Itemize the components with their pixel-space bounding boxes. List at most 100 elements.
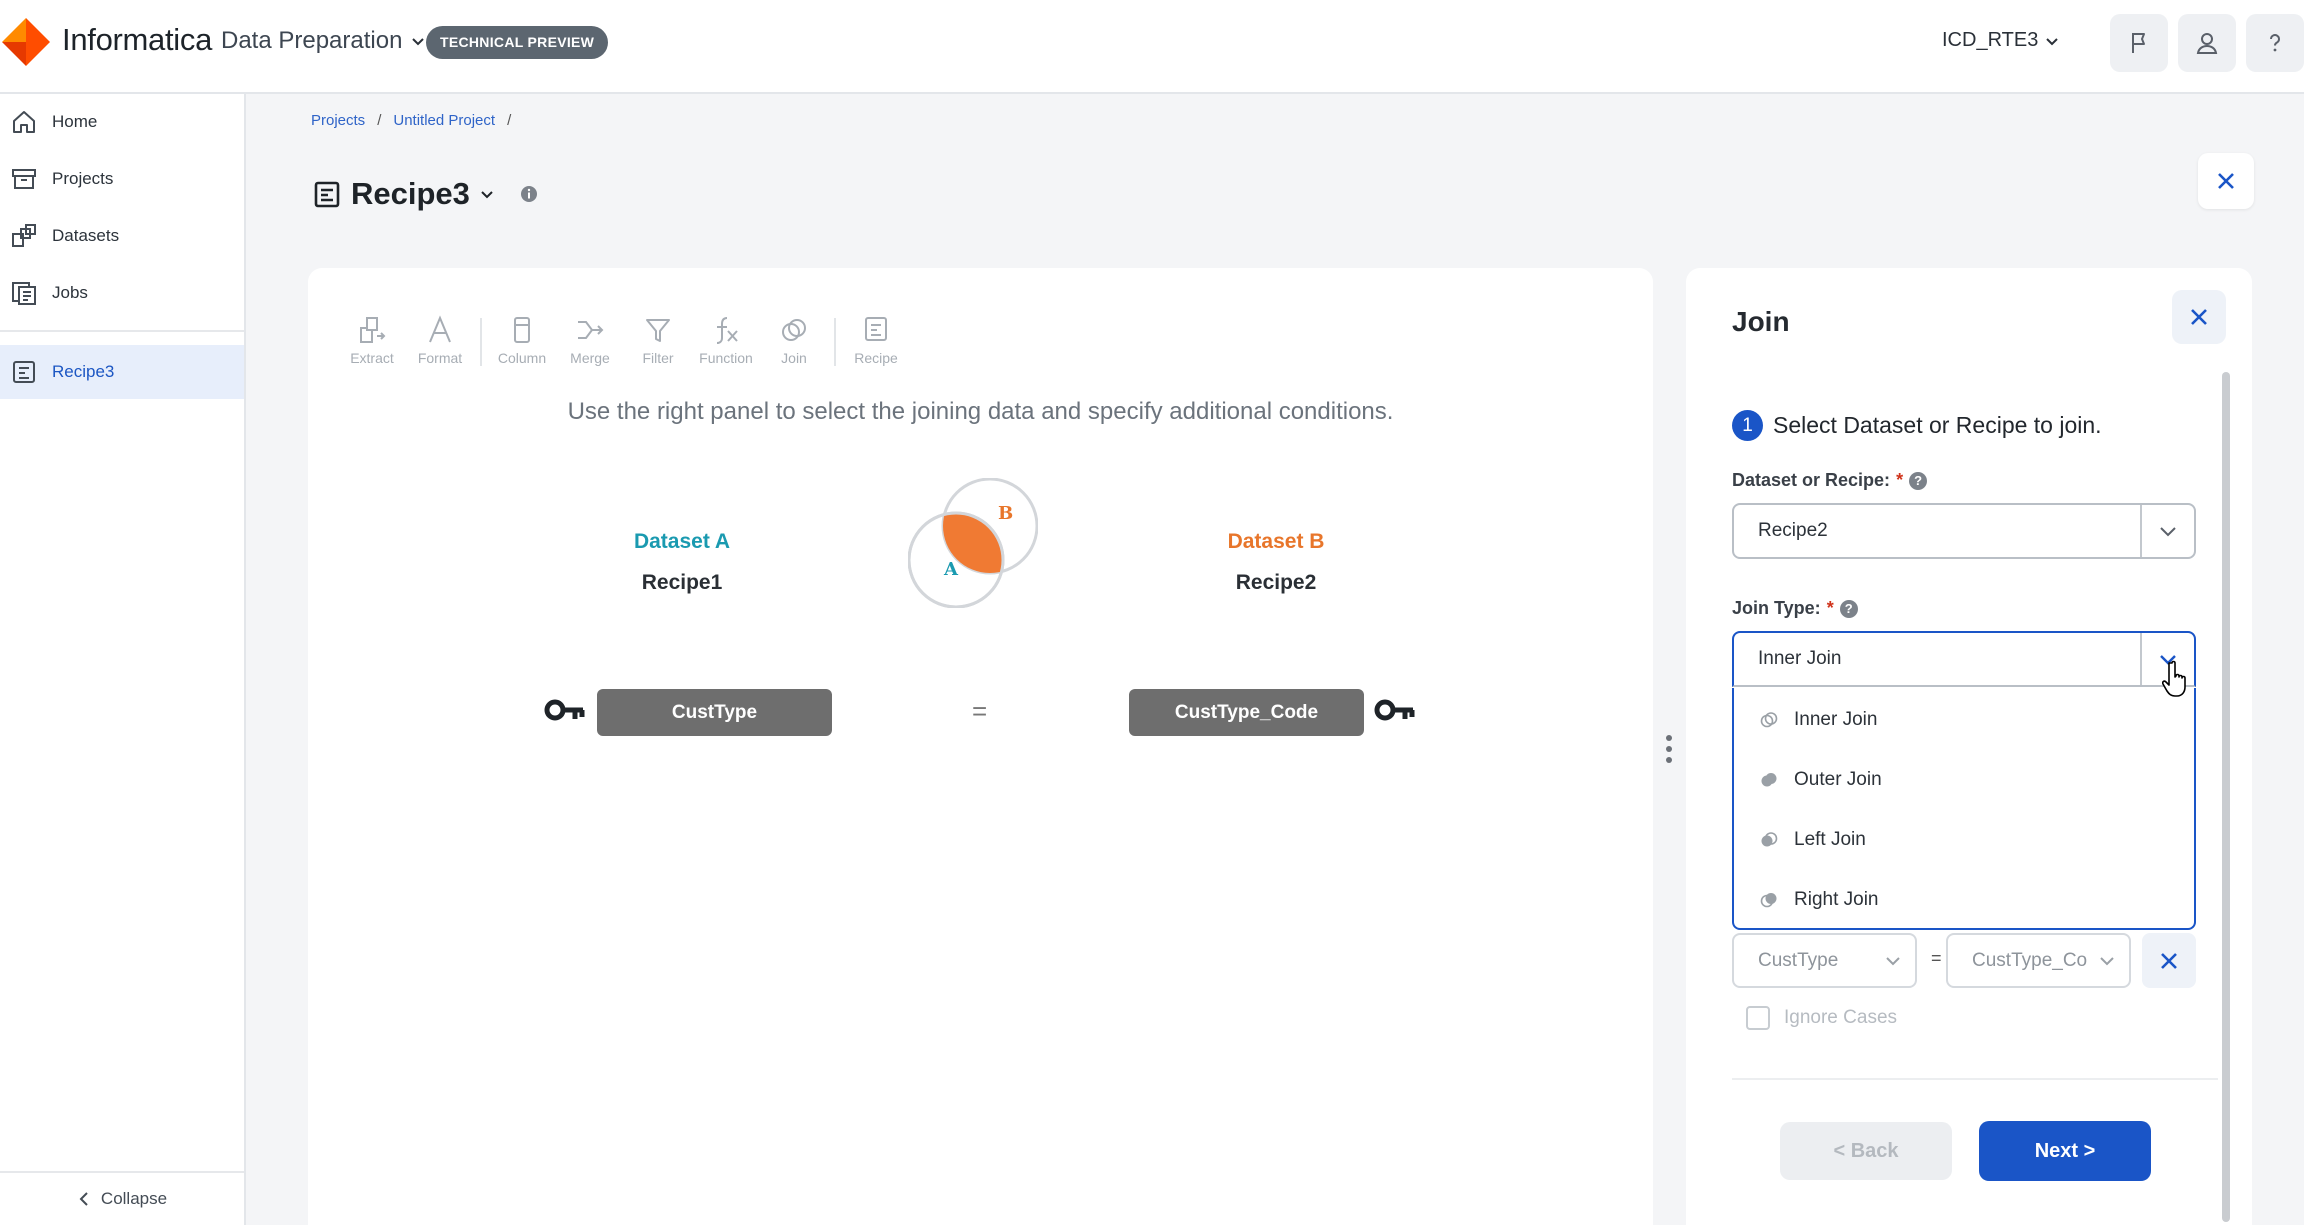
tool-join[interactable]: Join (760, 314, 828, 366)
join-equals-sign: = (972, 696, 988, 726)
help-icon[interactable]: ? (1909, 471, 1928, 490)
sidebar-item-label: Datasets (52, 226, 120, 245)
org-name: ICD_RTE3 (1942, 29, 2039, 51)
tool-column[interactable]: Column (488, 314, 556, 366)
tool-label: Filter (642, 350, 674, 366)
step-text: Select Dataset or Recipe to join. (1773, 412, 2102, 438)
venn-label-a: A (943, 559, 959, 580)
condition-left-select[interactable]: CustType (1732, 933, 1917, 988)
help-icon[interactable]: ? (1839, 599, 1858, 618)
join-panel: Join 1 Select Dataset or Recipe to join.… (1686, 268, 2252, 1225)
option-label: Right Join (1794, 889, 1879, 910)
sidebar-item-label: Projects (52, 169, 114, 188)
close-join-panel-button[interactable] (2172, 290, 2226, 344)
dataset-or-recipe-label: Dataset or Recipe: * ? (1732, 470, 1928, 491)
join-option-outer[interactable]: Outer Join (1734, 750, 2194, 810)
option-label: Inner Join (1794, 709, 1878, 730)
tool-label: Format (417, 350, 463, 366)
user-profile-button[interactable] (2178, 14, 2236, 72)
join-option-inner[interactable]: Inner Join (1734, 690, 2194, 750)
product-switcher[interactable]: Data Preparation (221, 27, 426, 55)
top-bar: Informatica Data Preparation TECHNICAL P… (0, 0, 2304, 94)
recipe-canvas: Extract Format Column Merge Filter Funct… (308, 268, 1653, 1225)
page-title-row: Recipe3 (313, 176, 538, 212)
archive-icon (12, 169, 36, 189)
tool-merge[interactable]: Merge (556, 314, 624, 366)
sidebar-item-jobs[interactable]: Jobs (0, 266, 244, 320)
close-icon (2218, 173, 2234, 189)
option-label: Left Join (1794, 829, 1866, 850)
sidebar-item-label: Home (52, 112, 98, 131)
chevron-down-icon (412, 38, 425, 46)
breadcrumb-separator: / (507, 112, 512, 129)
join-type-select[interactable]: Inner Join (1732, 631, 2196, 687)
home-icon (13, 111, 35, 133)
recipe-icon (13, 361, 35, 383)
condition-right-select[interactable]: CustType_Co (1946, 933, 2131, 988)
breadcrumb-projects[interactable]: Projects (311, 112, 365, 129)
tool-format[interactable]: Format (406, 314, 474, 366)
column-icon (514, 317, 530, 343)
help-button[interactable] (2246, 14, 2304, 72)
condition-left-value: CustType (1758, 949, 1839, 971)
inner-join-venn-diagram: A B (908, 478, 1038, 608)
product-name: Data Preparation (221, 27, 403, 54)
ignore-cases-checkbox[interactable]: Ignore Cases (1746, 1006, 1897, 1030)
technical-preview-badge: TECHNICAL PREVIEW (426, 26, 609, 59)
sidebar-item-datasets[interactable]: Datasets (0, 209, 244, 263)
dataset-or-recipe-select[interactable]: Recipe2 (1732, 503, 2196, 559)
panel-scrollbar[interactable] (2222, 372, 2230, 1222)
join-type-dropdown-menu: Inner Join Outer Join Left Join Right Jo… (1732, 688, 2196, 930)
sidebar-item-home[interactable]: Home (0, 95, 244, 149)
dataset-a-name: Recipe1 (641, 571, 723, 594)
tool-recipe[interactable]: Recipe (842, 314, 910, 366)
join-key-b: CustType_Code (1129, 689, 1364, 736)
panel-resize-handle[interactable] (1666, 735, 1672, 763)
select-divider (2140, 505, 2142, 557)
dataset-b-name: Recipe2 (1235, 571, 1317, 594)
ignore-cases-label: Ignore Cases (1784, 1007, 1898, 1028)
condition-right-value: CustType_Co (1972, 949, 2088, 971)
required-asterisk: * (1896, 470, 1904, 490)
remove-condition-button[interactable] (2142, 933, 2196, 988)
chevron-down-icon (2100, 957, 2114, 966)
sidebar-item-recipe3[interactable]: Recipe3 (0, 345, 244, 399)
join-option-left[interactable]: Left Join (1734, 810, 2194, 870)
chevron-left-icon (79, 1192, 88, 1206)
flag-button[interactable] (2110, 14, 2168, 72)
chevron-down-icon[interactable] (480, 187, 494, 201)
step-number-badge: 1 (1732, 410, 1763, 441)
chevron-down-icon (2160, 527, 2176, 537)
select-divider (2140, 633, 2142, 685)
back-button[interactable]: < Back (1780, 1122, 1952, 1180)
left-join-icon (1761, 832, 1778, 847)
recipe-toolbar: Extract Format Column Merge Filter Funct… (338, 314, 910, 366)
venn-label-b: B (998, 503, 1013, 524)
close-recipe-button[interactable] (2198, 153, 2254, 209)
collapse-label: Collapse (100, 1189, 168, 1208)
tool-label: Merge (570, 350, 610, 366)
sidebar-item-label: Recipe3 (52, 362, 115, 381)
join-icon (782, 319, 806, 341)
join-type-label-text: Join Type: (1732, 598, 1821, 618)
tool-filter[interactable]: Filter (624, 314, 692, 366)
informatica-logo-icon (2, 18, 50, 66)
checkbox-box[interactable] (1746, 1006, 1770, 1030)
info-icon[interactable] (520, 185, 538, 203)
recipe-icon (865, 317, 887, 341)
breadcrumb-untitled-project[interactable]: Untitled Project (393, 112, 495, 129)
sidebar-item-projects[interactable]: Projects (0, 152, 244, 206)
key-icon (1374, 699, 1415, 721)
question-mark-icon (2270, 34, 2280, 52)
function-icon (716, 317, 738, 344)
next-button[interactable]: Next > (1979, 1121, 2151, 1181)
tool-function[interactable]: Function (692, 314, 760, 366)
tool-extract[interactable]: Extract (338, 314, 406, 366)
join-option-right[interactable]: Right Join (1734, 870, 2194, 930)
collapse-sidebar-button[interactable]: Collapse (0, 1171, 244, 1225)
right-join-icon (1760, 893, 1777, 908)
org-switcher[interactable]: ICD_RTE3 (1942, 29, 2060, 52)
page-title: Recipe3 (351, 176, 470, 211)
panel-divider (1732, 1078, 2218, 1080)
tool-label: Recipe (854, 350, 898, 366)
